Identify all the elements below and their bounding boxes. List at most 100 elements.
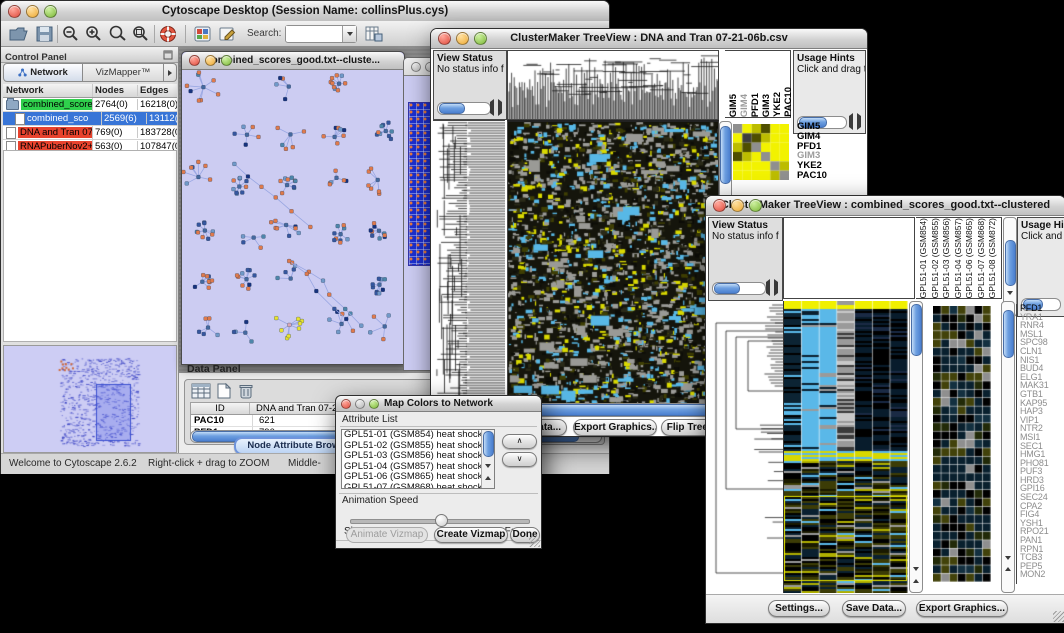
array-column-label[interactable]: PFD1 bbox=[751, 93, 761, 117]
open-session-icon[interactable] bbox=[9, 26, 28, 42]
attribute-list-item[interactable]: GPL51-06 (GSM865) heat shock 40 min bbox=[342, 472, 482, 483]
close-button[interactable] bbox=[8, 5, 21, 18]
zoom-fit-icon[interactable] bbox=[132, 25, 150, 43]
scroll-right-arrow[interactable] bbox=[498, 102, 502, 113]
tv2-zoom-heatmap[interactable] bbox=[933, 306, 991, 582]
array-column-label[interactable]: GPL51-07 (GSM868) bbox=[977, 218, 987, 298]
tv2-row-dendrogram[interactable] bbox=[708, 301, 783, 593]
attribute-browser-icon[interactable] bbox=[365, 25, 383, 42]
array-column-label[interactable]: GPL51-04 (GSM857) bbox=[954, 218, 964, 298]
scroll-down-arrow[interactable] bbox=[913, 571, 919, 589]
network-row-selected[interactable]: combined_sco 2569(6) 13112(15) bbox=[3, 112, 177, 126]
minimize-button[interactable] bbox=[731, 199, 744, 212]
resize-grip[interactable] bbox=[1053, 611, 1064, 622]
tv2-export-graphics-button[interactable]: Export Graphics... bbox=[916, 600, 1008, 617]
network-row[interactable]: DNA and Tran 07 769(0) 183728(0) bbox=[3, 126, 177, 140]
array-column-label[interactable]: GIM5 bbox=[729, 94, 739, 117]
zoom-window-button[interactable] bbox=[44, 5, 57, 18]
zoom-window-button[interactable] bbox=[369, 399, 379, 409]
search-input[interactable] bbox=[286, 26, 342, 41]
new-attribute-icon[interactable] bbox=[217, 383, 231, 399]
listbox-scrollbar[interactable] bbox=[481, 430, 494, 488]
tab-network[interactable]: Network bbox=[3, 63, 83, 82]
minimize-button[interactable] bbox=[355, 399, 365, 409]
annotation-icon[interactable] bbox=[219, 26, 237, 42]
close-button[interactable] bbox=[189, 55, 200, 66]
zoom-window-button[interactable] bbox=[221, 55, 232, 66]
vizmapper-icon[interactable] bbox=[194, 26, 211, 42]
array-column-label[interactable]: GIM3 bbox=[762, 94, 772, 117]
view-status-scrollbar[interactable] bbox=[712, 282, 766, 295]
minimize-button[interactable] bbox=[456, 32, 469, 45]
array-column-label[interactable]: GIM4 bbox=[740, 94, 750, 117]
view-status-scrollbar[interactable] bbox=[437, 102, 491, 115]
array-column-label[interactable]: GPL51-06 (GSM865) bbox=[965, 218, 975, 298]
search-dropdown-button[interactable] bbox=[342, 26, 356, 42]
array-column-label[interactable]: GPL51-02 (GSM855) bbox=[931, 218, 941, 298]
tv1-column-dendrogram[interactable] bbox=[507, 50, 719, 120]
help-lifering-icon[interactable] bbox=[159, 25, 177, 43]
treeview1-titlebar[interactable]: ClusterMaker TreeView : DNA and Tran 07-… bbox=[431, 29, 867, 49]
attribute-list-item[interactable]: GPL51-07 (GSM868) heat shock 60 min bbox=[342, 483, 482, 490]
scrollbar-thumb[interactable] bbox=[1003, 310, 1014, 358]
tv2-heatmap[interactable] bbox=[783, 301, 908, 593]
resize-grip[interactable] bbox=[529, 536, 540, 547]
tv2-column-dendrogram-area[interactable] bbox=[783, 217, 915, 299]
scrollbar-thumb[interactable] bbox=[911, 304, 922, 356]
array-column-label[interactable]: GPL51-08 (GSM872) bbox=[988, 218, 998, 298]
close-button[interactable] bbox=[713, 199, 726, 212]
save-session-icon[interactable] bbox=[36, 26, 53, 42]
tv1-export-graphics-button[interactable]: Export Graphics... bbox=[573, 419, 657, 436]
treeview2-titlebar[interactable]: ClusterMaker TreeView : combined_scores_… bbox=[706, 196, 1064, 216]
dialog-titlebar[interactable]: Map Colors to Network bbox=[336, 396, 541, 412]
scrollbar-thumb[interactable] bbox=[714, 283, 740, 294]
close-button[interactable] bbox=[438, 32, 451, 45]
scroll-left-arrow[interactable] bbox=[766, 282, 770, 293]
scrollbar-thumb[interactable] bbox=[439, 103, 465, 114]
zoom-in-icon[interactable] bbox=[85, 25, 103, 43]
attribute-list-item[interactable]: GPL51-01 (GSM854) heat shock 05 min bbox=[342, 430, 482, 441]
main-titlebar[interactable]: Cytoscape Desktop (Session Name: collins… bbox=[1, 1, 609, 22]
create-vizmap-button[interactable]: Create Vizmap bbox=[434, 527, 508, 543]
attribute-listbox[interactable]: GPL51-01 (GSM854) heat shock 05 min GPL51… bbox=[341, 429, 495, 489]
tv2-vscrollbar[interactable] bbox=[909, 301, 923, 593]
zoom-window-button[interactable] bbox=[749, 199, 762, 212]
table-grid-icon[interactable] bbox=[191, 383, 211, 399]
array-column-label[interactable]: GPL51-03 (GSM856) bbox=[942, 218, 952, 298]
network-table-header[interactable]: Network Nodes Edges bbox=[3, 84, 177, 98]
gene-label[interactable]: MON2 bbox=[1020, 570, 1064, 579]
animate-vizmap-button[interactable]: Animate Vizmap bbox=[346, 527, 428, 543]
network-row[interactable]: combined_scores 2764(0) 16218(0) bbox=[3, 98, 177, 112]
scrollbar-thumb[interactable] bbox=[483, 431, 494, 457]
gene-row-label[interactable]: PAC10 bbox=[797, 171, 863, 181]
tv1-heatmap[interactable] bbox=[507, 120, 719, 405]
scroll-down-arrow[interactable] bbox=[1005, 560, 1011, 578]
array-column-label[interactable]: YKE2 bbox=[773, 92, 783, 117]
move-down-button[interactable]: ∨ bbox=[502, 452, 537, 467]
tv2-settings-button[interactable]: Settings... bbox=[768, 600, 830, 617]
minimize-button[interactable] bbox=[26, 5, 39, 18]
zoom-window-button[interactable] bbox=[474, 32, 487, 45]
scrollbar-thumb[interactable] bbox=[720, 126, 731, 184]
move-up-button[interactable]: ∧ bbox=[502, 434, 537, 449]
close-button[interactable] bbox=[411, 62, 421, 72]
attribute-list-item[interactable]: GPL51-03 (GSM856) heat shock 15 min bbox=[342, 451, 482, 462]
scroll-left-arrow[interactable] bbox=[490, 102, 494, 113]
tab-overflow-button[interactable] bbox=[164, 63, 177, 82]
tv2-save-data-button[interactable]: Save Data... bbox=[842, 600, 906, 617]
network-graph-canvas[interactable] bbox=[182, 70, 402, 363]
scrollbar-thumb[interactable] bbox=[1005, 240, 1016, 286]
scroll-down-arrow[interactable] bbox=[485, 468, 491, 486]
scroll-right-arrow[interactable] bbox=[774, 282, 778, 293]
network-view-titlebar[interactable]: combined_scores_good.txt--cluste... bbox=[182, 52, 404, 70]
array-column-label[interactable]: GPL51-01 (GSM854) bbox=[919, 218, 929, 298]
birdseye-overview[interactable] bbox=[3, 345, 177, 453]
float-panel-icon[interactable] bbox=[163, 50, 173, 60]
close-button[interactable] bbox=[341, 399, 351, 409]
tab-vizmapper[interactable]: VizMapper™ bbox=[83, 63, 164, 82]
tv1-row-dendrogram[interactable] bbox=[433, 120, 505, 403]
tv2-right-vscrollbar[interactable] bbox=[1001, 301, 1015, 593]
zoom-out-icon[interactable] bbox=[62, 25, 80, 43]
tv1-correlation-matrix[interactable] bbox=[733, 124, 789, 180]
minimize-button[interactable] bbox=[205, 55, 216, 66]
